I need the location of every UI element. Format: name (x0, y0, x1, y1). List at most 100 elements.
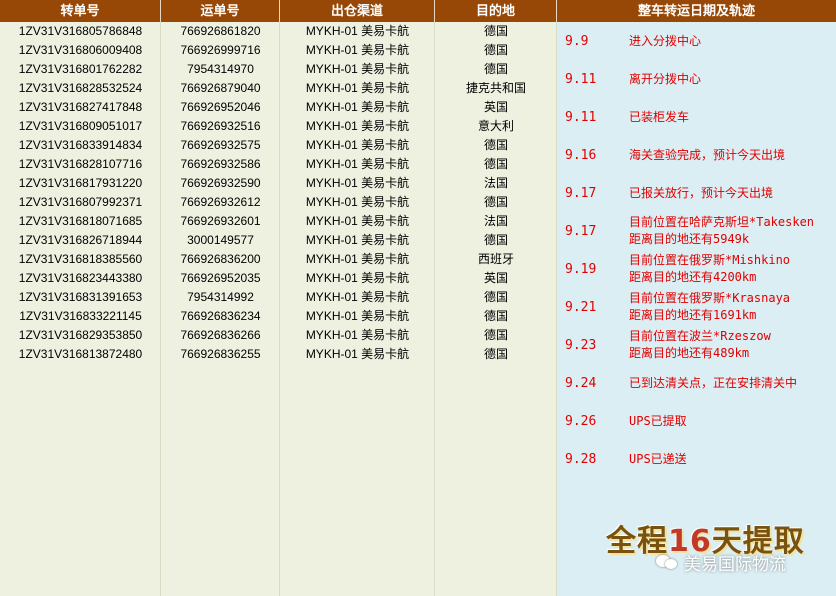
cell-waybill-number[interactable]: 766926932601 (161, 212, 280, 231)
cell-channel[interactable]: MYKH-01 美易卡航 (280, 41, 435, 60)
cell-transfer-number[interactable]: 1ZV31V316831391653 (0, 288, 161, 307)
cell-waybill-number[interactable]: 766926952035 (161, 269, 280, 288)
cell-transfer-number[interactable]: 1ZV31V316829353850 (0, 326, 161, 345)
cell-transfer-number[interactable]: 1ZV31V316801762282 (0, 60, 161, 79)
cell-waybill-number[interactable]: 7954314970 (161, 60, 280, 79)
cell-transfer-number[interactable]: 1ZV31V316818385560 (0, 250, 161, 269)
tracking-line: 目前位置在俄罗斯*Krasnaya (629, 291, 791, 305)
cell-channel[interactable]: MYKH-01 美易卡航 (280, 174, 435, 193)
cell-waybill-number[interactable]: 766926932586 (161, 155, 280, 174)
cell-destination[interactable]: 德国 (435, 193, 557, 212)
cell-destination[interactable]: 德国 (435, 345, 557, 364)
tracking-description: 已装柜发车 (629, 98, 832, 136)
spreadsheet: 转单号 运单号 出仓渠道 目的地 整车转运日期及轨迹 1ZV31V3168057… (0, 0, 836, 596)
cell-channel[interactable]: MYKH-01 美易卡航 (280, 307, 435, 326)
cell-transfer-number[interactable]: 1ZV31V316828532524 (0, 79, 161, 98)
cell-channel[interactable]: MYKH-01 美易卡航 (280, 136, 435, 155)
cell-destination[interactable]: 英国 (435, 269, 557, 288)
cell-waybill-number[interactable]: 766926932516 (161, 117, 280, 136)
cell-channel[interactable]: MYKH-01 美易卡航 (280, 155, 435, 174)
header-waybill-number[interactable]: 运单号 (161, 0, 280, 22)
table-row: 1ZV31V316831391653 7954314992 MYKH-01 美易卡航… (0, 288, 557, 307)
tracking-date: 9.11 (565, 109, 597, 125)
wechat-icon (656, 553, 678, 571)
cell-channel[interactable]: MYKH-01 美易卡航 (280, 288, 435, 307)
cell-waybill-number[interactable]: 766926836255 (161, 345, 280, 364)
header-destination[interactable]: 目的地 (435, 0, 557, 22)
tracking-line: 进入分拨中心 (629, 33, 702, 48)
table-row: 1ZV31V316806009408 766926999716 MYKH-01 美易… (0, 41, 557, 60)
tracking-event: 9.9 进入分拨中心 (557, 22, 836, 60)
cell-destination[interactable]: 法国 (435, 212, 557, 231)
cell-destination[interactable]: 英国 (435, 98, 557, 117)
cell-destination[interactable]: 德国 (435, 41, 557, 60)
cell-destination[interactable]: 西班牙 (435, 250, 557, 269)
cell-channel[interactable]: MYKH-01 美易卡航 (280, 345, 435, 364)
tracking-description: 已报关放行，预计今天出境 (629, 174, 832, 212)
cell-transfer-number[interactable]: 1ZV31V316833914834 (0, 136, 161, 155)
cell-waybill-number[interactable]: 766926999716 (161, 41, 280, 60)
cell-channel[interactable]: MYKH-01 美易卡航 (280, 231, 435, 250)
cell-waybill-number[interactable]: 766926879040 (161, 79, 280, 98)
cell-channel[interactable]: MYKH-01 美易卡航 (280, 79, 435, 98)
cell-transfer-number[interactable]: 1ZV31V316823443380 (0, 269, 161, 288)
tracking-event: 9.21 目前位置在俄罗斯*Krasnaya 距离目的地还有1691km (557, 288, 836, 326)
tracking-line: 离开分拨中心 (629, 71, 702, 86)
cell-transfer-number[interactable]: 1ZV31V316833221145 (0, 307, 161, 326)
cell-destination[interactable]: 德国 (435, 22, 557, 41)
cell-transfer-number[interactable]: 1ZV31V316813872480 (0, 345, 161, 364)
cell-transfer-number[interactable]: 1ZV31V316817931220 (0, 174, 161, 193)
table-row: 1ZV31V316826718944 3000149577 MYKH-01 美易卡航… (0, 231, 557, 250)
cell-waybill-number[interactable]: 3000149577 (161, 231, 280, 250)
cell-destination[interactable]: 捷克共和国 (435, 79, 557, 98)
cell-waybill-number[interactable]: 766926861820 (161, 22, 280, 41)
table-row: 1ZV31V316801762282 7954314970 MYKH-01 美易卡航… (0, 60, 557, 79)
cell-waybill-number[interactable]: 766926836266 (161, 326, 280, 345)
tracking-line: 距离目的地还有4200km (629, 270, 757, 284)
cell-transfer-number[interactable]: 1ZV31V316806009408 (0, 41, 161, 60)
cell-channel[interactable]: MYKH-01 美易卡航 (280, 60, 435, 79)
cell-waybill-number[interactable]: 766926932612 (161, 193, 280, 212)
tracking-line: 目前位置在哈萨克斯坦*Takesken (629, 215, 815, 229)
cell-transfer-number[interactable]: 1ZV31V316805786848 (0, 22, 161, 41)
cell-destination[interactable]: 德国 (435, 231, 557, 250)
header-transfer-number[interactable]: 转单号 (0, 0, 161, 22)
cell-channel[interactable]: MYKH-01 美易卡航 (280, 117, 435, 136)
cell-waybill-number[interactable]: 766926952046 (161, 98, 280, 117)
cell-destination[interactable]: 法国 (435, 174, 557, 193)
cell-destination[interactable]: 德国 (435, 326, 557, 345)
table-row: 1ZV31V316813872480 766926836255 MYKH-01 美易… (0, 345, 557, 364)
tracking-date: 9.26 (565, 413, 597, 429)
cell-channel[interactable]: MYKH-01 美易卡航 (280, 193, 435, 212)
cell-destination[interactable]: 意大利 (435, 117, 557, 136)
cell-channel[interactable]: MYKH-01 美易卡航 (280, 250, 435, 269)
tracking-date: 9.17 (565, 223, 597, 239)
cell-waybill-number[interactable]: 766926932575 (161, 136, 280, 155)
cell-transfer-number[interactable]: 1ZV31V316828107716 (0, 155, 161, 174)
tracking-date: 9.19 (565, 261, 597, 277)
cell-transfer-number[interactable]: 1ZV31V316827417848 (0, 98, 161, 117)
cell-channel[interactable]: MYKH-01 美易卡航 (280, 326, 435, 345)
tracking-line: 距离目的地还有1691km (629, 308, 757, 322)
cell-waybill-number[interactable]: 766926836200 (161, 250, 280, 269)
cell-destination[interactable]: 德国 (435, 60, 557, 79)
cell-waybill-number[interactable]: 766926836234 (161, 307, 280, 326)
cell-destination[interactable]: 德国 (435, 155, 557, 174)
tracking-event: 9.11 已装柜发车 (557, 98, 836, 136)
cell-waybill-number[interactable]: 7954314992 (161, 288, 280, 307)
cell-waybill-number[interactable]: 766926932590 (161, 174, 280, 193)
header-tracking[interactable]: 整车转运日期及轨迹 (557, 0, 836, 22)
cell-transfer-number[interactable]: 1ZV31V316807992371 (0, 193, 161, 212)
cell-channel[interactable]: MYKH-01 美易卡航 (280, 22, 435, 41)
cell-destination[interactable]: 德国 (435, 288, 557, 307)
cell-destination[interactable]: 德国 (435, 307, 557, 326)
cell-transfer-number[interactable]: 1ZV31V316818071685 (0, 212, 161, 231)
cell-channel[interactable]: MYKH-01 美易卡航 (280, 98, 435, 117)
cell-transfer-number[interactable]: 1ZV31V316826718944 (0, 231, 161, 250)
header-channel[interactable]: 出仓渠道 (280, 0, 435, 22)
cell-transfer-number[interactable]: 1ZV31V316809051017 (0, 117, 161, 136)
cell-channel[interactable]: MYKH-01 美易卡航 (280, 212, 435, 231)
cell-channel[interactable]: MYKH-01 美易卡航 (280, 269, 435, 288)
tracking-line: 目前位置在波兰*Rzeszow (629, 329, 771, 343)
cell-destination[interactable]: 德国 (435, 136, 557, 155)
